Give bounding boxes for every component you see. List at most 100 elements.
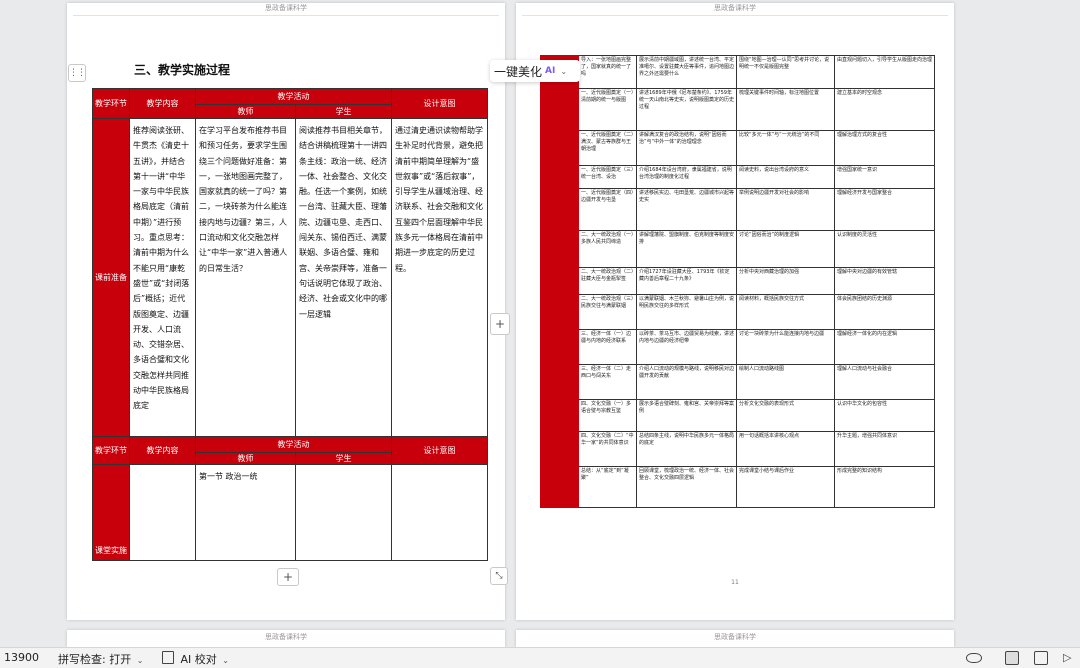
spell-check-toggle[interactable]: 拼写检查: 打开 ⌄ bbox=[58, 651, 143, 667]
lesson-plan-cell: 讲述1689年中俄《尼布楚条约》、1759年统一天山南北等史实，说明版图奠定的历… bbox=[636, 88, 737, 131]
ai-beautify-bar[interactable]: 一键美化 AI ⌄ bbox=[490, 60, 580, 82]
lesson-plan-table: 导入：一张地图画完整了，国家就真的统一了吗 展示清前中期疆域图，讲述统一台湾、平定… bbox=[540, 55, 935, 508]
lesson-plan-cell: 一、近代版图奠定（二）满汉、蒙古等族群与王朝治理 bbox=[578, 130, 637, 166]
row-marker bbox=[540, 466, 579, 508]
lesson-plan-row: 二、大一统政治观（一）多族人民共同缔造 讲解理藩院、盟旗制度、伯克制度等制度安排讨… bbox=[540, 230, 935, 268]
lesson-plan-row: 一、近代版图奠定（四）边疆开发与屯垦 讲述移民实边、屯田垦荒、边疆城市兴起等史实举… bbox=[540, 188, 935, 231]
page-number: 11 bbox=[731, 579, 739, 586]
lesson-plan-row: 导入：一张地图画完整了，国家就真的统一了吗 展示清前中期疆域图，讲述统一台湾、平定… bbox=[540, 55, 935, 89]
intent-pre-class: 通过清史通识读物帮助学生补足时代背景，避免把清前中期简单理解为“盛世叙事”或“落… bbox=[391, 118, 488, 437]
lesson-plan-cell: 理解经济开发与国家整合 bbox=[834, 188, 935, 231]
lesson-plan-cell: 回顾课堂，梳理政治一统、经济一体、社会整合、文化交融四层逻辑 bbox=[636, 466, 737, 508]
lesson-plan-cell: 举例说明边疆开发对社会的影响 bbox=[736, 188, 835, 231]
lesson-plan-cell: 二、大一统政治观（一）多族人民共同缔造 bbox=[578, 230, 637, 268]
header-activity: 教学活动 bbox=[195, 88, 392, 105]
left-page: 思政备课科学 三、教学实施过程 教学环节 教学内容 教学活动 设计意图 教师 学… bbox=[67, 3, 505, 620]
lesson-plan-cell: 认识制度的灵活性 bbox=[834, 230, 935, 268]
lesson-plan-row: 一、近代版图奠定（二）满汉、蒙古等族群与王朝治理 讲解满汉复合的政治结构，说明“因… bbox=[540, 130, 935, 166]
lesson-plan-row: 二、大一统政治观（三）民族交往与满蒙联姻 以满蒙联姻、木兰秋狝、避暑山庄为例，说明… bbox=[540, 294, 935, 330]
lesson-plan-cell: 讲述移民实边、屯田垦荒、边疆城市兴起等史实 bbox=[636, 188, 737, 231]
header-content-2: 教学内容 bbox=[129, 436, 196, 465]
teaching-process-table: 教学环节 教学内容 教学活动 设计意图 教师 学生 课前准备 推荐阅读张研、牛贯… bbox=[92, 88, 488, 561]
header-intent-2: 设计意图 bbox=[391, 436, 488, 465]
lesson-plan-cell: 理解中央对边疆的有效管辖 bbox=[834, 267, 935, 295]
header-stage: 教学环节 bbox=[92, 88, 130, 119]
lesson-plan-cell: 导入：一张地图画完整了，国家就真的统一了吗 bbox=[578, 55, 637, 89]
header-content: 教学内容 bbox=[129, 88, 196, 119]
lesson-plan-cell: 一、近代版图奠定（一）清前期的统一与版图 bbox=[578, 88, 637, 131]
row-marker bbox=[540, 267, 579, 295]
row-marker bbox=[540, 364, 579, 400]
header-activity-2: 教学活动 bbox=[195, 436, 392, 453]
chevron-down-icon: ⌄ bbox=[136, 656, 144, 665]
row-marker bbox=[540, 329, 579, 365]
web-view-icon[interactable] bbox=[1034, 651, 1048, 665]
word-count[interactable]: 13900 bbox=[4, 651, 39, 664]
lesson-plan-cell: 体会民族团结的历史渊源 bbox=[834, 294, 935, 330]
lesson-plan-cell: 理解经济一体化的内在逻辑 bbox=[834, 329, 935, 365]
lesson-plan-cell: 四、文化交融（二）“中华一家”的共同体意识 bbox=[578, 431, 637, 467]
lesson-plan-cell: 围绕“地图—治理—认同”思考并讨论，说明统一不仅是版图完整 bbox=[736, 55, 835, 89]
student-in-class bbox=[295, 464, 392, 561]
lesson-plan-cell: 讨论“因俗而治”的制度逻辑 bbox=[736, 230, 835, 268]
chevron-down-icon: ⌄ bbox=[222, 656, 229, 665]
header-student: 学生 bbox=[295, 104, 392, 119]
ai-proofread-label: AI 校对 bbox=[180, 653, 217, 666]
lesson-plan-cell: 三、经济一体（二）走西口与闯关东 bbox=[578, 364, 637, 400]
ai-badge: AI bbox=[545, 66, 556, 76]
lesson-plan-cell: 讨论一块砖茶为什么能连接内地与边疆 bbox=[736, 329, 835, 365]
drag-handle-icon[interactable]: ⋮⋮ bbox=[68, 64, 86, 82]
lesson-plan-row: 三、经济一体（二）走西口与闯关东 介绍人口流动的规模与路线，说明移民对边疆开发的贡… bbox=[540, 364, 935, 400]
lesson-plan-cell: 比较“多元一体”与“一元统治”的不同 bbox=[736, 130, 835, 166]
lesson-plan-cell: 分析文化交融的表现形式 bbox=[736, 399, 835, 432]
header-divider bbox=[73, 15, 499, 16]
row-marker bbox=[540, 399, 579, 432]
next-page-header-right: 思政备课科学 bbox=[714, 633, 756, 641]
section-title: 三、教学实施过程 bbox=[134, 63, 231, 77]
lesson-plan-cell: 分析中央对西藏治理的加强 bbox=[736, 267, 835, 295]
lesson-plan-cell: 以满蒙联姻、木兰秋狝、避暑山庄为例，说明民族交往的多样形式 bbox=[636, 294, 737, 330]
lesson-plan-cell: 阅读史料，说出台湾设府的意义 bbox=[736, 165, 835, 189]
play-icon[interactable]: ▷ bbox=[1063, 651, 1071, 664]
lesson-plan-row: 四、文化交融（二）“中华一家”的共同体意识 总结四条主线，说明中华民族多元一体格局… bbox=[540, 431, 935, 467]
page-header: 思政备课科学 bbox=[265, 4, 307, 12]
lesson-plan-row: 四、文化交融（一）多语合璧与宗教互鉴 展示多语合璧碑刻、雍和宫、关帝崇拜等案例 分析… bbox=[540, 399, 935, 432]
next-page-header-left: 思政备课科学 bbox=[265, 633, 307, 641]
next-page-left: 思政备课科学 bbox=[67, 630, 505, 647]
row-marker bbox=[540, 431, 579, 467]
row-marker bbox=[540, 230, 579, 268]
lesson-plan-cell: 一、近代版图奠定（三）统一台湾、设治 bbox=[578, 165, 637, 189]
intent-in-class bbox=[391, 464, 488, 561]
lesson-plan-cell: 讲解理藩院、盟旗制度、伯克制度等制度安排 bbox=[636, 230, 737, 268]
lesson-plan-cell: 理解治理方式的复合性 bbox=[834, 130, 935, 166]
lesson-plan-cell: 介绍人口流动的规模与路线，说明移民对边疆开发的贡献 bbox=[636, 364, 737, 400]
add-column-button[interactable]: + bbox=[490, 313, 510, 335]
row-marker bbox=[540, 88, 579, 131]
header-student-2: 学生 bbox=[295, 452, 392, 465]
lesson-plan-cell: 总结：从“底定”到“凝聚” bbox=[578, 466, 637, 508]
teacher-pre-class: 在学习平台发布推荐书目和预习任务，要求学生围绕三个问题做好准备：第一，一张地图画… bbox=[195, 118, 296, 437]
lesson-plan-cell: 介绍1684年设台湾府，隶属福建省，说明台湾治理的制度化过程 bbox=[636, 165, 737, 189]
header-divider-right bbox=[522, 15, 948, 16]
header-teacher-2: 教师 bbox=[195, 452, 296, 465]
page-view-icon[interactable] bbox=[1005, 651, 1019, 665]
lesson-plan-row: 三、经济一体（一）边疆与内地的经济联系 以砖茶、茶马互市、边疆贸易为线索，讲述内地… bbox=[540, 329, 935, 365]
lesson-plan-cell: 梳理关键事件时间轴，标注地图位置 bbox=[736, 88, 835, 131]
resize-table-icon[interactable]: ⤡ bbox=[490, 567, 508, 585]
lesson-plan-cell: 二、大一统政治观（三）民族交往与满蒙联姻 bbox=[578, 294, 637, 330]
stage-in-class: 课堂实施 bbox=[92, 464, 130, 561]
lesson-plan-row: 总结：从“底定”到“凝聚” 回顾课堂，梳理政治一统、经济一体、社会整合、文化交融四… bbox=[540, 466, 935, 508]
row-marker bbox=[540, 130, 579, 166]
chevron-down-icon: ⌄ bbox=[560, 66, 568, 76]
header-stage-2: 教学环节 bbox=[92, 436, 130, 465]
right-page: 思政备课科学 导入：一张地图画完整了，国家就真的统一了吗 展示清前中期疆域图，讲述… bbox=[516, 3, 954, 620]
student-pre-class: 阅读推荐书目相关章节，结合讲稿梳理第十一讲四条主线：政治一统、经济一体、社会整合… bbox=[295, 118, 392, 437]
ai-proofread-button[interactable]: AI 校对 ⌄ bbox=[162, 651, 229, 667]
add-row-button[interactable]: + bbox=[277, 568, 299, 586]
lesson-plan-cell: 展示多语合璧碑刻、雍和宫、关帝崇拜等案例 bbox=[636, 399, 737, 432]
lesson-plan-cell: 形成完整的知识结构 bbox=[834, 466, 935, 508]
lesson-plan-row: 二、大一统政治观（二）驻藏大臣与金瓶掣签 介绍1727年设驻藏大臣、1793年《钦… bbox=[540, 267, 935, 295]
lesson-plan-cell: 介绍1727年设驻藏大臣、1793年《钦定藏内善后章程二十九条》 bbox=[636, 267, 737, 295]
status-bar: 13900 拼写检查: 打开 ⌄ AI 校对 ⌄ ▷ bbox=[0, 647, 1080, 668]
eye-icon[interactable] bbox=[966, 653, 982, 663]
